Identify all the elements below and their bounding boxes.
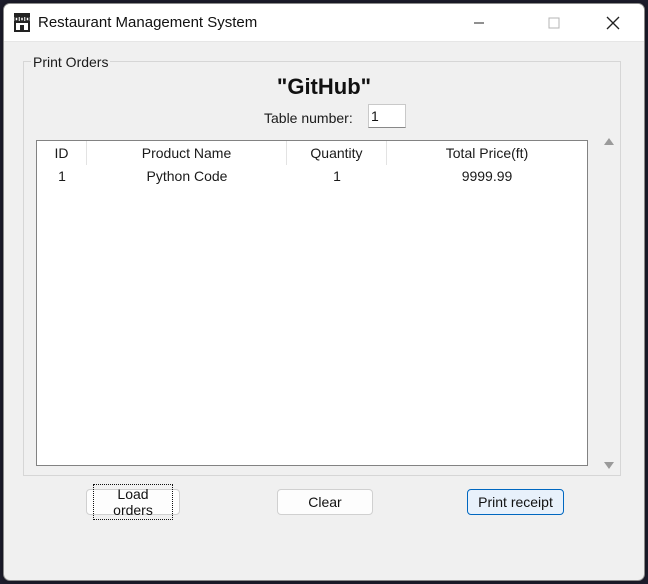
minimize-button[interactable] xyxy=(456,4,502,41)
clear-button[interactable]: Clear xyxy=(277,489,373,515)
load-orders-label: Load orders xyxy=(93,484,173,520)
minimize-icon xyxy=(474,22,484,23)
column-header-quantity[interactable]: Quantity xyxy=(287,141,387,165)
table-row[interactable]: 1 Python Code 1 9999.99 xyxy=(37,166,587,186)
table-number-label: Table number: xyxy=(264,110,353,126)
orders-table-header: ID Product Name Quantity Total Price(ft) xyxy=(37,141,587,165)
app-window: Restaurant Management System Print Order… xyxy=(3,3,645,581)
table-scrollbar[interactable] xyxy=(601,132,617,472)
load-orders-button[interactable]: Load orders xyxy=(86,484,180,520)
restaurant-heading: "GitHub" xyxy=(276,74,372,99)
maximize-icon xyxy=(548,17,560,28)
cell-id: 1 xyxy=(58,168,66,184)
maximize-button[interactable] xyxy=(531,4,577,41)
scroll-up-arrow-icon[interactable] xyxy=(604,138,614,145)
column-header-total-price[interactable]: Total Price(ft) xyxy=(387,141,587,165)
cell-quantity: 1 xyxy=(333,168,341,184)
print-orders-legend: Print Orders xyxy=(31,54,111,70)
close-icon xyxy=(606,16,620,29)
close-button[interactable] xyxy=(590,4,636,41)
print-receipt-button[interactable]: Print receipt xyxy=(467,489,564,515)
cell-total-price: 9999.99 xyxy=(461,168,513,184)
column-header-product-name[interactable]: Product Name xyxy=(87,141,287,165)
cell-product-name: Python Code xyxy=(146,168,228,184)
table-number-input[interactable] xyxy=(368,104,406,128)
title-bar[interactable]: Restaurant Management System xyxy=(4,4,644,42)
scroll-down-arrow-icon[interactable] xyxy=(604,462,614,469)
window-title: Restaurant Management System xyxy=(38,14,258,31)
restaurant-app-icon xyxy=(14,13,30,32)
column-header-id[interactable]: ID xyxy=(37,141,87,165)
orders-table[interactable]: ID Product Name Quantity Total Price(ft)… xyxy=(36,140,588,466)
